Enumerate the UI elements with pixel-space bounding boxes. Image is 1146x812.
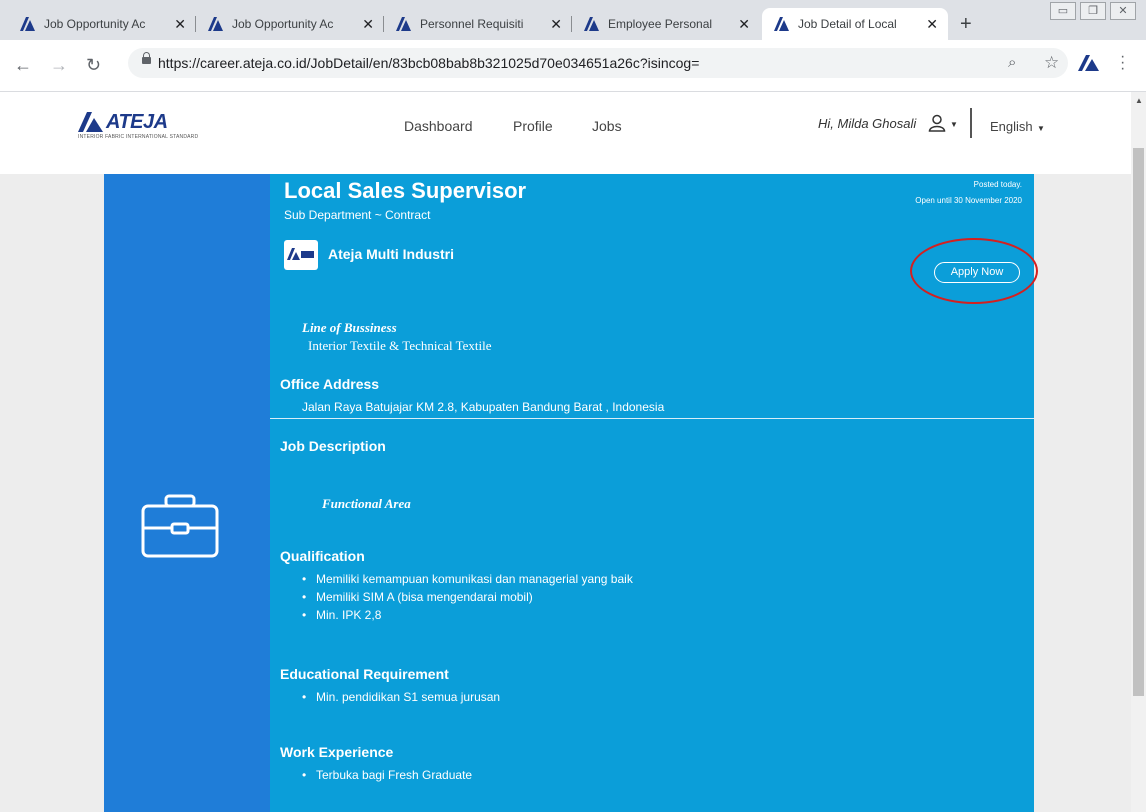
line-of-business-value: Interior Textile & Technical Textile — [308, 338, 492, 353]
ateja-logo-mark-icon — [287, 248, 314, 260]
tab-title: Job Opportunity Ac — [232, 17, 334, 31]
brand-logo[interactable]: ATEJA INTERIOR FABRIC INTERNATIONAL STAN… — [78, 108, 228, 144]
back-arrow-icon[interactable]: ← — [14, 56, 32, 74]
tab-close-icon[interactable]: ✕ — [362, 16, 374, 32]
list-item: Min. pendidikan S1 semua jurusan — [302, 688, 500, 706]
lock-icon — [142, 52, 151, 64]
education-list: Min. pendidikan S1 semua jurusan — [302, 688, 500, 706]
company-name: Ateja Multi Industri — [328, 246, 454, 262]
browser-tab[interactable]: Employee Personal ✕ — [572, 8, 760, 40]
browser-tab-strip: Job Opportunity Ac ✕ Job Opportunity Ac … — [0, 0, 1146, 40]
line-of-business-label: Line of Bussiness — [302, 320, 397, 335]
minimize-window-icon[interactable]: ▭ — [1050, 2, 1076, 20]
brand-tagline: INTERIOR FABRIC INTERNATIONAL STANDARD — [78, 134, 199, 140]
list-item: Min. IPK 2,8 — [302, 606, 633, 624]
user-icon[interactable] — [928, 114, 946, 132]
section-divider — [270, 418, 1034, 419]
kebab-menu-icon[interactable]: · · · — [1120, 49, 1125, 77]
nav-jobs[interactable]: Jobs — [592, 118, 622, 134]
work-experience-list: Terbuka bagi Fresh Graduate — [302, 766, 472, 784]
star-icon[interactable]: ☆ — [1044, 53, 1059, 73]
ateja-favicon-icon — [20, 17, 35, 31]
tab-title: Job Detail of Local — [798, 17, 897, 31]
close-window-icon[interactable]: ✕ — [1110, 2, 1136, 20]
brand-name: ATEJA — [106, 111, 168, 133]
nav-profile[interactable]: Profile — [513, 118, 553, 134]
address-bar[interactable]: https://career.ateja.co.id/JobDetail/en/… — [128, 48, 1068, 78]
office-address-value: Jalan Raya Batujajar KM 2.8, Kabupaten B… — [302, 400, 665, 414]
ateja-favicon-icon — [396, 17, 411, 31]
job-title: Local Sales Supervisor — [284, 178, 527, 203]
job-description-label: Job Description — [280, 438, 386, 454]
office-address-label: Office Address — [280, 376, 380, 392]
language-caret-icon[interactable]: ▼ — [1037, 124, 1045, 133]
qualification-label: Qualification — [280, 548, 365, 564]
apply-now-button[interactable]: Apply Now — [934, 262, 1020, 283]
ateja-extension-icon[interactable] — [1078, 55, 1100, 73]
browser-tab[interactable]: Personnel Requisiti ✕ — [384, 8, 572, 40]
list-item: Memiliki SIM A (bisa mengendarai mobil) — [302, 588, 633, 606]
job-subtitle: Sub Department ~ Contract — [284, 208, 431, 222]
education-label: Educational Requirement — [280, 666, 449, 682]
page-scrollbar[interactable]: ▲ — [1131, 92, 1146, 812]
site-header: ATEJA INTERIOR FABRIC INTERNATIONAL STAN… — [0, 92, 1131, 174]
user-greeting: Hi, Milda Ghosali — [818, 116, 917, 131]
functional-area-label: Functional Area — [322, 496, 411, 511]
side-panel — [104, 174, 270, 812]
open-until-date: Open until 30 November 2020 — [915, 196, 1022, 205]
tab-title: Employee Personal — [608, 17, 713, 31]
restore-window-icon[interactable]: ❐ — [1080, 2, 1106, 20]
zoom-icon[interactable]: ⌕ — [1008, 54, 1016, 71]
posted-date: Posted today. — [973, 180, 1022, 189]
language-select[interactable]: English — [990, 119, 1033, 134]
url-text[interactable]: https://career.ateja.co.id/JobDetail/en/… — [158, 55, 699, 71]
ateja-logo-mark-icon — [78, 112, 103, 132]
browser-tab[interactable]: Job Opportunity Ac ✕ — [196, 8, 384, 40]
job-detail-panel: Local Sales Supervisor Sub Department ~ … — [270, 174, 1038, 812]
scroll-up-arrow-icon[interactable]: ▲ — [1135, 96, 1143, 105]
ateja-favicon-icon — [774, 17, 789, 31]
company-logo — [284, 240, 318, 270]
tab-close-icon[interactable]: ✕ — [174, 16, 186, 32]
list-item: Memiliki kemampuan komunikasi dan manage… — [302, 570, 633, 588]
nav-dashboard[interactable]: Dashboard — [404, 118, 473, 134]
header-divider — [970, 108, 972, 138]
browser-tab[interactable]: Job Opportunity Ac ✕ — [8, 8, 196, 40]
forward-arrow-icon[interactable]: → — [50, 56, 68, 74]
ateja-favicon-icon — [584, 17, 599, 31]
browser-tab-active[interactable]: Job Detail of Local ✕ — [762, 8, 948, 40]
scrollbar-thumb[interactable] — [1133, 148, 1144, 696]
ateja-favicon-icon — [208, 17, 223, 31]
tab-close-icon[interactable]: ✕ — [738, 16, 750, 32]
page-viewport: ATEJA INTERIOR FABRIC INTERNATIONAL STAN… — [0, 92, 1131, 812]
list-item: Terbuka bagi Fresh Graduate — [302, 766, 472, 784]
user-menu-caret-icon[interactable]: ▼ — [950, 120, 958, 129]
browser-toolbar: ← → ↻ https://career.ateja.co.id/JobDeta… — [0, 40, 1146, 92]
tab-close-icon[interactable]: ✕ — [926, 16, 938, 32]
tab-title: Personnel Requisiti — [420, 17, 524, 31]
new-tab-button[interactable]: + — [960, 14, 972, 34]
tab-close-icon[interactable]: ✕ — [550, 16, 562, 32]
reload-icon[interactable]: ↻ — [86, 56, 101, 74]
work-experience-label: Work Experience — [280, 744, 394, 760]
qualification-list: Memiliki kemampuan komunikasi dan manage… — [302, 570, 633, 624]
tab-title: Job Opportunity Ac — [44, 17, 146, 31]
briefcase-icon — [141, 494, 219, 558]
